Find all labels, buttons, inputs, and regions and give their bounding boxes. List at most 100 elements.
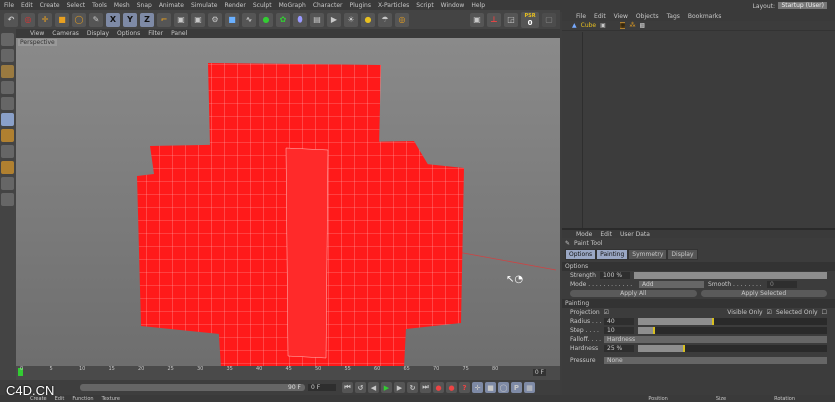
menu-file[interactable]: File [4, 2, 14, 9]
x-axis-button[interactable]: X [106, 12, 120, 27]
timeline-ruler[interactable]: 0 5 10 15 20 25 30 35 40 45 50 55 60 65 70 75 80 0 F [16, 366, 560, 380]
material-menu-texture[interactable]: Texture [102, 396, 120, 402]
spline-pen-icon[interactable]: ∿ [242, 12, 256, 27]
key-parameter-button[interactable]: P [511, 382, 522, 393]
current-frame-field[interactable]: 0 F [308, 384, 336, 391]
move-button[interactable]: ✛ [38, 12, 52, 27]
sculpt-icon[interactable] [1, 177, 14, 190]
om-menu-objects[interactable]: Objects [636, 13, 659, 20]
falloff-dropdown[interactable]: Hardness [604, 336, 827, 343]
viewport-menu-filter[interactable]: Filter [148, 30, 163, 37]
autokey-button[interactable]: ● [446, 382, 457, 393]
menu-window[interactable]: Window [441, 2, 465, 9]
menu-character[interactable]: Character [313, 2, 343, 9]
edge-mode-icon[interactable] [1, 97, 14, 110]
pressure-dropdown[interactable]: None [604, 357, 827, 364]
array-icon[interactable]: ✿ [276, 12, 290, 27]
visible-only-checkbox[interactable]: ☑ [767, 309, 772, 316]
am-menu-user-data[interactable]: User Data [620, 231, 650, 238]
strength-field[interactable]: 100 % [599, 272, 630, 279]
visibility-toggle[interactable]: ▣ [600, 22, 606, 29]
om-menu-file[interactable]: File [576, 13, 586, 20]
material-menu-function[interactable]: Function [72, 396, 93, 402]
menu-sculpt[interactable]: Sculpt [253, 2, 272, 9]
cube-icon[interactable]: ■ [225, 12, 239, 27]
key-rotation-button[interactable]: ◯ [498, 382, 509, 393]
psr-button[interactable]: PSR 0 [521, 11, 539, 28]
tab-symmetry[interactable]: Symmetry [628, 249, 668, 260]
polygon-mode-icon[interactable] [1, 113, 14, 126]
point-mode-icon[interactable] [1, 81, 14, 94]
next-key-button[interactable]: ▶ [394, 382, 405, 393]
record-button[interactable]: ● [433, 382, 444, 393]
key-position-button[interactable]: ✛ [472, 382, 483, 393]
menu-mesh[interactable]: Mesh [114, 2, 130, 9]
menu-select[interactable]: Select [67, 2, 86, 9]
snap-icon[interactable] [1, 161, 14, 174]
menu-help[interactable]: Help [471, 2, 485, 9]
key-pla-button[interactable]: ▦ [524, 382, 535, 393]
menu-animate[interactable]: Animate [159, 2, 184, 9]
y-axis-button[interactable]: Y [123, 12, 137, 27]
radius-field[interactable]: 40 [604, 318, 634, 325]
play-button[interactable]: ▶ [381, 382, 392, 393]
go-end-button[interactable]: ⏭ [420, 382, 431, 393]
light-icon[interactable]: ☀ [344, 12, 358, 27]
menu-create[interactable]: Create [40, 2, 60, 9]
axis-icon[interactable]: ⊥ [487, 12, 501, 27]
magnet-icon[interactable] [1, 193, 14, 206]
hardness-slider[interactable] [638, 345, 827, 352]
vertex-map-tag-icon[interactable]: ⁂ [629, 22, 635, 29]
smooth-field[interactable]: 0 [767, 281, 797, 288]
texture-mode-icon[interactable] [1, 49, 14, 62]
am-menu-edit[interactable]: Edit [600, 231, 612, 238]
selection-tag-icon[interactable]: ▩ [639, 22, 645, 29]
keyframe-selection-button[interactable]: ? [459, 382, 470, 393]
viewport-menu-panel[interactable]: Panel [171, 30, 187, 37]
keyframe-icon[interactable]: ▣ [470, 12, 484, 27]
viewport-menu-display[interactable]: Display [87, 30, 109, 37]
axis-mode-icon[interactable] [1, 129, 14, 142]
menu-snap[interactable]: Snap [137, 2, 152, 9]
cube-mesh[interactable]: ↖◔ [16, 38, 560, 366]
live-selection-button[interactable]: ◎ [21, 12, 35, 27]
mode-dropdown[interactable]: Add [639, 281, 704, 288]
recent-tool-button[interactable]: ✎ [89, 12, 103, 27]
scale-button[interactable]: ■ [55, 12, 69, 27]
prev-key-button[interactable]: ◀ [368, 382, 379, 393]
render-settings-button[interactable]: ⚙ [208, 12, 222, 27]
render-view-button[interactable]: ▣ [174, 12, 188, 27]
tab-options[interactable]: Options [565, 249, 597, 260]
menu-script[interactable]: Script [416, 2, 433, 9]
lock-icon[interactable]: ▢ [542, 12, 556, 27]
viewport-menu-cameras[interactable]: Cameras [52, 30, 79, 37]
projection-checkbox[interactable]: ☑ [604, 309, 609, 316]
camera-icon[interactable]: ▶ [327, 12, 341, 27]
om-menu-edit[interactable]: Edit [594, 13, 606, 20]
subdivision-icon[interactable]: ● [259, 12, 273, 27]
coordinate-system-button[interactable]: ⌐ [157, 12, 171, 27]
loop-button[interactable]: ↺ [355, 382, 366, 393]
menu-mograph[interactable]: MoGraph [279, 2, 306, 9]
menu-edit[interactable]: Edit [21, 2, 33, 9]
radius-slider[interactable] [638, 318, 827, 325]
workplane-mode-icon[interactable] [1, 65, 14, 78]
frame-range-slider[interactable]: 90 F [80, 384, 305, 391]
apply-selected-button[interactable]: Apply Selected [700, 290, 827, 297]
selected-only-checkbox[interactable]: ☐ [822, 309, 827, 316]
go-start-button[interactable]: ⏮ [342, 382, 353, 393]
layout-select[interactable]: Startup (User) [778, 2, 827, 9]
viewport-menu-view[interactable]: View [30, 30, 44, 37]
snapping-icon[interactable]: ◲ [504, 12, 518, 27]
tab-painting[interactable]: Painting [596, 249, 629, 260]
tab-display[interactable]: Display [667, 249, 698, 260]
object-cube[interactable]: Cube [581, 22, 597, 29]
step-slider[interactable] [638, 327, 827, 334]
target-light-icon[interactable]: ● [361, 12, 375, 27]
deformer-icon[interactable]: ⬮ [293, 12, 307, 27]
z-axis-button[interactable]: Z [140, 12, 154, 27]
material-menu-edit[interactable]: Edit [55, 396, 65, 402]
menu-plugins[interactable]: Plugins [349, 2, 371, 9]
phong-tag-icon[interactable]: ▦ [619, 22, 626, 29]
floor-icon[interactable]: ▤ [310, 12, 324, 27]
